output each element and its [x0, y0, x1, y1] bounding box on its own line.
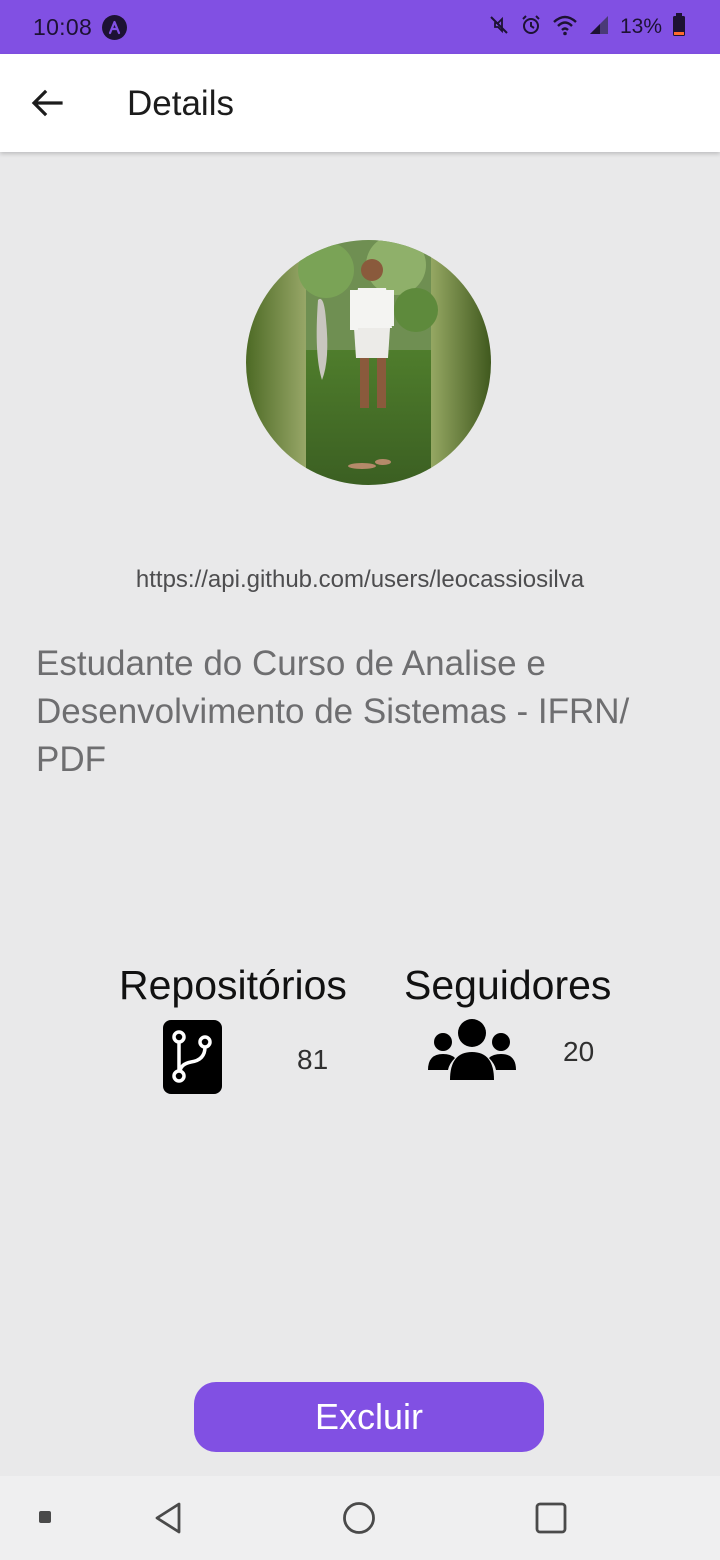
users-icon [428, 1018, 516, 1082]
avatar [246, 240, 491, 485]
wifi-icon [552, 14, 578, 41]
repos-count: 81 [297, 1044, 329, 1075]
home-circle-icon[interactable] [339, 1498, 379, 1538]
menu-square-icon[interactable] [34, 1506, 56, 1528]
followers-label: Seguidores [404, 962, 612, 1008]
profile-url: https://api.github.com/users/leocassiosi… [135, 566, 585, 593]
delete-button[interactable]: Excluir [194, 1382, 544, 1452]
battery-percent: 13% [619, 15, 662, 38]
cell-signal-icon [588, 14, 610, 41]
page-title: Details [127, 84, 234, 123]
app-bar: Details [0, 54, 720, 152]
followers-count: 20 [563, 1036, 595, 1067]
alarm-icon [520, 14, 542, 41]
status-time: 10:08 [33, 13, 93, 40]
repos-label: Repositórios [119, 962, 347, 1008]
arrow-left-icon [31, 89, 63, 117]
mute-icon [488, 14, 510, 41]
profile-bio: Estudante do Curso de Analise e Desenvol… [36, 644, 630, 779]
status-right: 13% [488, 12, 686, 42]
a-logo-icon [102, 14, 128, 40]
recents-square-icon[interactable] [531, 1498, 571, 1538]
back-triangle-icon[interactable] [148, 1498, 188, 1538]
git-branch-icon [163, 1020, 222, 1094]
back-button[interactable] [24, 80, 70, 126]
status-left: 10:08 [33, 13, 128, 41]
status-bar: 10:08 13% [0, 0, 720, 54]
system-nav-bar [0, 1476, 720, 1560]
battery-icon [672, 12, 686, 42]
